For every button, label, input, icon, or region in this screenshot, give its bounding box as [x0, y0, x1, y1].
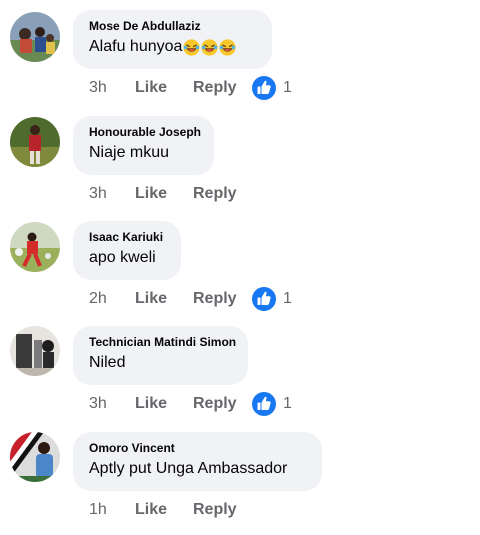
comment-timestamp[interactable]: 3h	[89, 395, 135, 413]
reaction-summary[interactable]: 1	[252, 287, 292, 311]
comment-timestamp[interactable]: 3h	[89, 185, 135, 203]
comment-timestamp[interactable]: 1h	[89, 501, 135, 519]
comment-actions: 3h Like Reply	[89, 183, 252, 205]
like-button[interactable]: Like	[135, 395, 193, 413]
comment-timestamp[interactable]: 3h	[89, 79, 135, 97]
avatar[interactable]	[10, 222, 60, 272]
comment-text: Niled	[89, 354, 126, 371]
avatar[interactable]	[10, 326, 60, 376]
like-button[interactable]: Like	[135, 501, 193, 519]
avatar-photo	[10, 12, 60, 62]
comment-text: apo kweli	[89, 249, 156, 266]
reply-button[interactable]: Reply	[193, 79, 252, 97]
avatar-photo	[10, 222, 60, 272]
reply-button[interactable]: Reply	[193, 185, 252, 203]
avatar-photo	[10, 432, 60, 482]
reaction-summary[interactable]: 1	[252, 76, 292, 100]
comment-bubble: Isaac Kariuki apo kweli	[73, 221, 181, 280]
reaction-count: 1	[283, 79, 292, 96]
like-button[interactable]: Like	[135, 185, 193, 203]
thumbs-up-icon	[252, 76, 276, 100]
comment-actions: 1h Like Reply	[89, 499, 252, 521]
comment-bubble: Technician Matindi Simon Niled	[73, 326, 248, 385]
avatar[interactable]	[10, 432, 60, 482]
laughing-emoji-icon	[219, 38, 236, 56]
comment-timestamp[interactable]: 2h	[89, 290, 135, 308]
comment-author[interactable]: Technician Matindi Simon	[89, 335, 236, 350]
avatar[interactable]	[10, 117, 60, 167]
comment-bubble: Mose De Abdullaziz Alafu hunyoa	[73, 10, 272, 69]
comment-bubble: Honourable Joseph Niaje mkuu	[73, 116, 214, 175]
comment-actions: 3h Like Reply 1	[89, 392, 292, 416]
comment-bubble: Omoro Vincent Aptly put Unga Ambassador	[73, 432, 322, 491]
comment-author[interactable]: Isaac Kariuki	[89, 230, 165, 245]
comment-text-content: Alafu hunyoa	[89, 38, 183, 55]
comment-author[interactable]: Omoro Vincent	[89, 441, 306, 456]
laughing-emoji-icon	[183, 38, 200, 56]
comment-text: Aptly put Unga Ambassador	[89, 460, 288, 477]
comment-author[interactable]: Mose De Abdullaziz	[89, 19, 256, 34]
comment-author[interactable]: Honourable Joseph	[89, 125, 201, 140]
reply-button[interactable]: Reply	[193, 290, 252, 308]
avatar-photo	[10, 117, 60, 167]
reaction-summary[interactable]: 1	[252, 392, 292, 416]
comment-text: Alafu hunyoa	[89, 37, 256, 57]
laughing-emoji-icon	[201, 38, 218, 56]
comment-actions: 3h Like Reply 1	[89, 76, 292, 100]
avatar-photo	[10, 326, 60, 376]
like-button[interactable]: Like	[135, 290, 193, 308]
thumbs-up-icon	[252, 392, 276, 416]
comment-text: Niaje mkuu	[89, 144, 170, 161]
reply-button[interactable]: Reply	[193, 501, 252, 519]
comment-actions: 2h Like Reply 1	[89, 287, 292, 311]
like-button[interactable]: Like	[135, 79, 193, 97]
reply-button[interactable]: Reply	[193, 395, 252, 413]
reaction-count: 1	[283, 395, 292, 412]
avatar[interactable]	[10, 12, 60, 62]
thumbs-up-icon	[252, 287, 276, 311]
reaction-count: 1	[283, 290, 292, 307]
